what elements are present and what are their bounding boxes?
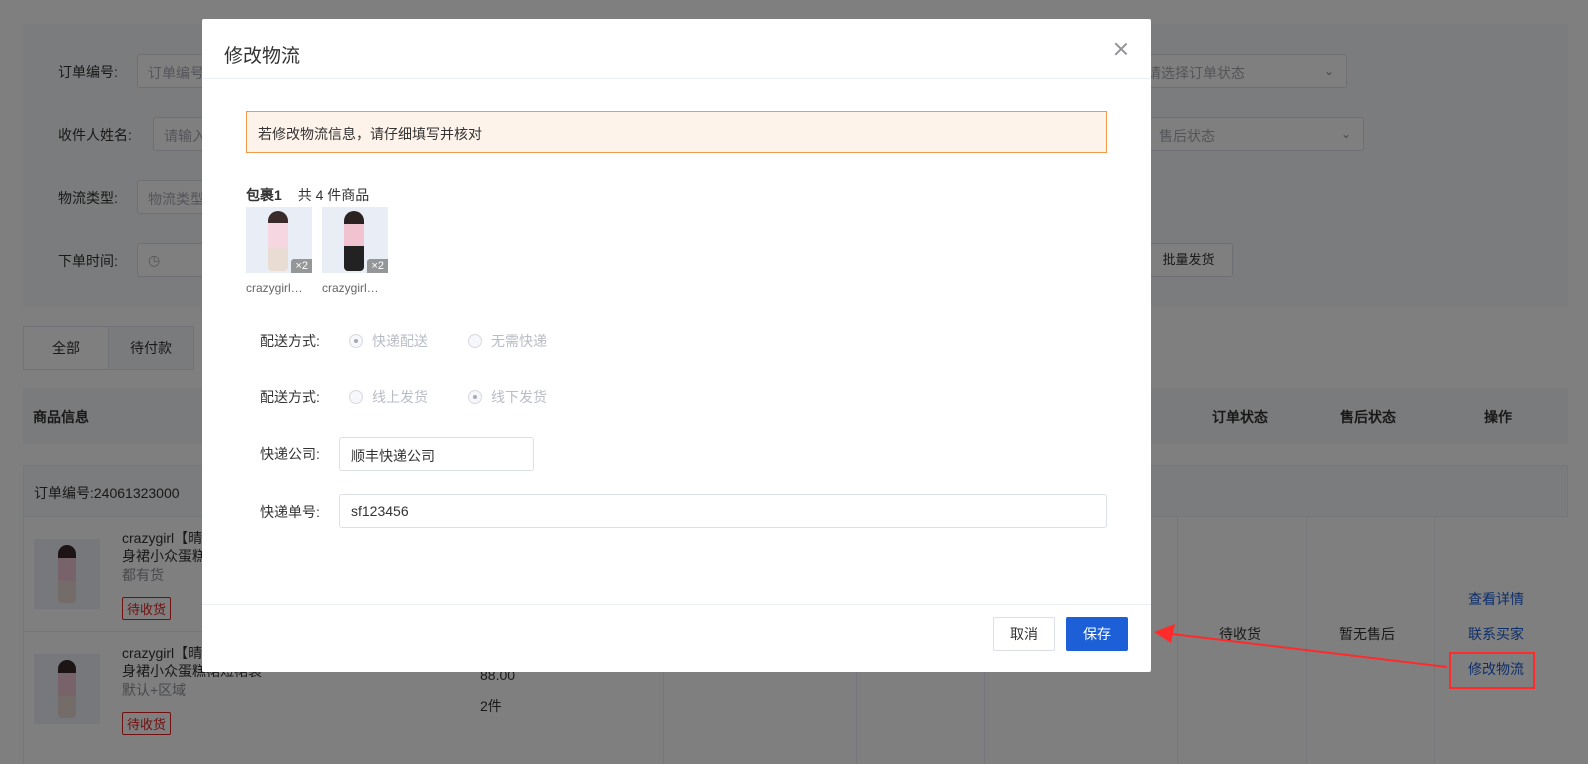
delivery-method-label: 配送方式: bbox=[260, 333, 320, 349]
radio-online-shipping[interactable]: 线上发货 bbox=[349, 387, 428, 407]
warning-alert: 若修改物流信息，请仔细填写并核对 bbox=[246, 111, 1107, 153]
tracking-no-label: 快递单号: bbox=[260, 504, 320, 520]
package-item-name: crazygirl【晴天】 bbox=[322, 281, 388, 295]
package-count: 共 4 件商品 bbox=[297, 187, 370, 203]
tracking-no-input[interactable]: sf123456 bbox=[339, 494, 1107, 528]
package-item-image: ×2 bbox=[246, 207, 312, 273]
package-item-name: crazygirl【晴天】 bbox=[246, 281, 312, 295]
package-header: 包裹1 共 4 件商品 bbox=[246, 185, 369, 205]
courier-company-input[interactable]: 顺丰快递公司 bbox=[339, 437, 534, 471]
dialog-footer: 取消 保存 bbox=[202, 604, 1151, 672]
package-item: ×2 crazygirl【晴天】 bbox=[322, 207, 388, 296]
close-icon[interactable] bbox=[1111, 39, 1131, 59]
radio-no-express[interactable]: 无需快递 bbox=[468, 331, 547, 351]
shipping-method-label: 配送方式: bbox=[260, 389, 320, 405]
radio-offline-shipping[interactable]: 线下发货 bbox=[468, 387, 547, 407]
dialog-title: 修改物流 bbox=[224, 46, 301, 67]
dialog-header: 修改物流 bbox=[202, 19, 1151, 79]
save-button[interactable]: 保存 bbox=[1066, 617, 1128, 651]
radio-express-delivery[interactable]: 快递配送 bbox=[349, 331, 428, 351]
radio-dot bbox=[468, 334, 482, 348]
package-item: ×2 crazygirl【晴天】 bbox=[246, 207, 312, 296]
modify-logistics-dialog: 修改物流 若修改物流信息，请仔细填写并核对 包裹1 共 4 件商品 ×2 cra… bbox=[202, 19, 1151, 672]
package-item-qty: ×2 bbox=[367, 259, 388, 273]
cancel-button[interactable]: 取消 bbox=[993, 617, 1055, 651]
package-item-qty: ×2 bbox=[291, 259, 312, 273]
radio-dot-checked bbox=[468, 390, 482, 404]
courier-company-label: 快递公司: bbox=[260, 446, 320, 462]
radio-dot-checked bbox=[349, 334, 363, 348]
package-title: 包裹1 bbox=[246, 187, 282, 203]
radio-dot bbox=[349, 390, 363, 404]
package-item-image: ×2 bbox=[322, 207, 388, 273]
